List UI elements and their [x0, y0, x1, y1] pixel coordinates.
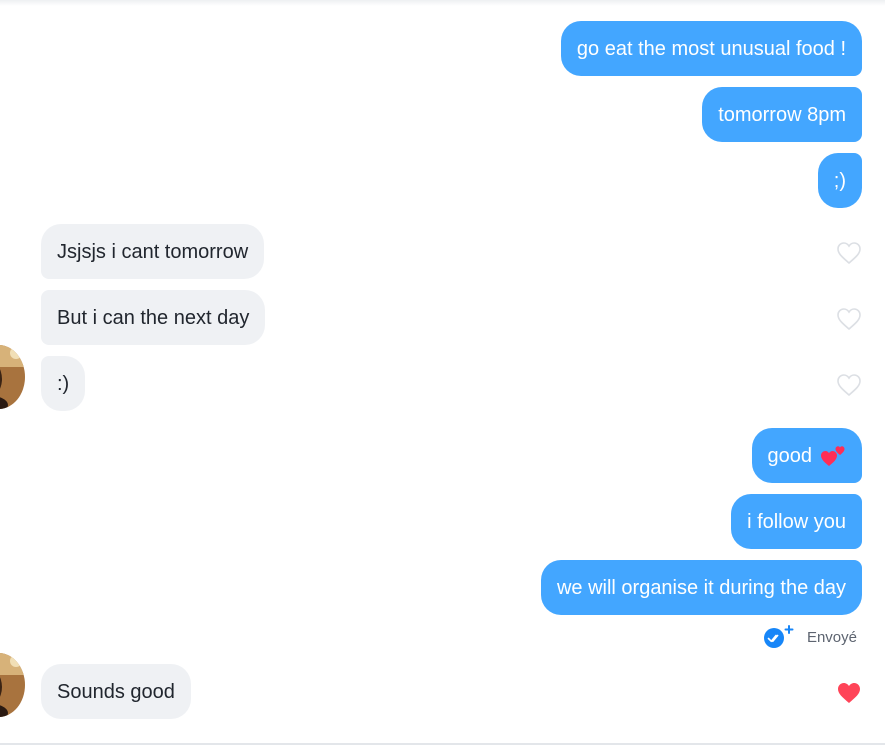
message-text: go eat the most unusual food ! [576, 37, 846, 60]
sent-message[interactable]: tomorrow 8pm [702, 87, 862, 142]
received-message[interactable]: :) [41, 356, 86, 411]
like-heart-icon[interactable] [836, 373, 862, 397]
sent-message[interactable]: go eat the most unusual food ! [560, 21, 862, 76]
message-text: good [767, 444, 813, 467]
received-message[interactable]: Jsjsjs i cant tomorrow [41, 224, 265, 279]
message-text: tomorrow 8pm [718, 103, 846, 126]
liked-heart-icon[interactable] [836, 681, 862, 705]
message-text: ;) [833, 169, 846, 192]
sent-message[interactable]: ;) [817, 153, 862, 208]
double-check-icon [763, 625, 794, 648]
status-label: Envoyé [806, 628, 857, 646]
like-heart-icon[interactable] [836, 307, 862, 331]
received-message[interactable]: But i can the next day [41, 290, 266, 345]
received-message[interactable]: Sounds good [41, 664, 191, 719]
sent-message[interactable]: good [751, 428, 862, 483]
header-divider [0, 0, 885, 6]
avatar[interactable] [0, 345, 25, 409]
message-text: we will organise it during the day [556, 576, 846, 599]
message-text: Jsjsjs i cant tomorrow [57, 240, 249, 263]
avatar[interactable] [0, 653, 25, 717]
message-text: Sounds good [57, 680, 175, 703]
message-status: Envoyé [763, 624, 857, 650]
message-text: :) [57, 372, 70, 395]
message-text: But i can the next day [57, 306, 250, 329]
sent-message[interactable]: we will organise it during the day [540, 560, 862, 615]
message-text: i follow you [747, 510, 846, 533]
like-heart-icon[interactable] [836, 241, 862, 265]
chat-thread: go eat the most unusual food ! tomorrow … [0, 0, 885, 745]
sent-message[interactable]: i follow you [731, 494, 862, 549]
two-hearts-emoji-icon [821, 445, 845, 466]
